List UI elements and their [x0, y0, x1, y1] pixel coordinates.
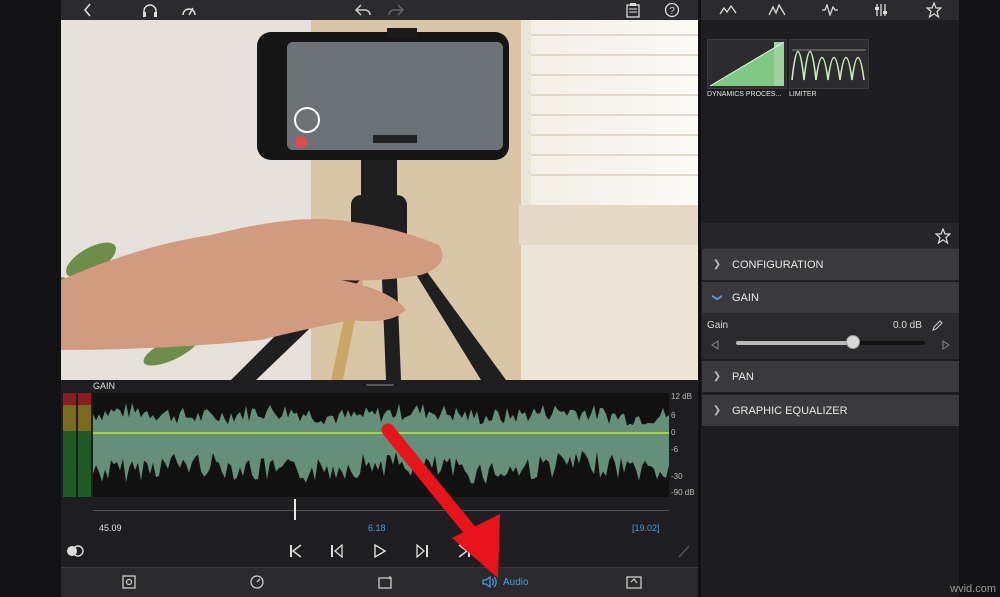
video-frame-image [61, 20, 698, 380]
db-tick: -30 [671, 472, 683, 481]
editor-app: ? GAIN 12 dB 6 0 -6 -30 -90 dB 45.09 6.1… [0, 0, 1000, 597]
effect-limiter[interactable]: LIMITER [789, 39, 869, 98]
video-preview[interactable] [61, 20, 698, 380]
db-tick: -90 dB [671, 488, 695, 497]
effects-icon[interactable] [626, 568, 642, 596]
link-toggle-icon[interactable] [64, 540, 86, 562]
favorites-bar [701, 223, 959, 249]
limiter-thumbnail [789, 39, 869, 89]
section-pan[interactable]: ❯ PAN [702, 361, 959, 392]
section-gain[interactable]: ❯ GAIN [702, 282, 959, 313]
marker-tool-icon[interactable] [673, 540, 695, 562]
step-back-button[interactable] [326, 540, 348, 562]
star-icon[interactable] [919, 0, 949, 20]
section-graphic-equalizer[interactable]: ❯ GRAPHIC EQUALIZER [702, 395, 959, 426]
left-margin [0, 0, 61, 597]
section-graphic-equalizer-label: GRAPHIC EQUALIZER [732, 404, 848, 417]
red-arrow-annotation [381, 423, 500, 578]
edit-pencil-icon[interactable] [931, 319, 943, 337]
increase-triangle-icon[interactable] [942, 337, 950, 355]
effect-library: DYNAMICS PROCES... LIMITER [701, 20, 959, 223]
dynamics-thumbnail [707, 39, 787, 89]
timecode-right: [19.02] [632, 523, 660, 533]
decrease-triangle-icon[interactable] [711, 337, 719, 355]
right-margin [959, 0, 1000, 597]
waveform-icon[interactable] [815, 0, 845, 20]
equalizer-icon[interactable] [866, 0, 896, 20]
gain-param-value[interactable]: 0.0 dB [893, 320, 922, 331]
gain-param-label: Gain [707, 320, 729, 331]
section-gain-label: GAIN [732, 291, 759, 304]
db-scale: 12 dB 6 0 -6 -30 -90 dB [671, 392, 698, 498]
favorite-star-icon[interactable] [934, 227, 952, 249]
playhead[interactable] [293, 499, 296, 520]
section-pan-label: PAN [732, 370, 754, 383]
transform-icon[interactable] [122, 568, 136, 596]
level-meters [61, 393, 93, 497]
speedometer-icon[interactable] [179, 0, 199, 20]
timecode-left: 45.09 [99, 523, 122, 533]
effect-dynamics-processor[interactable]: DYNAMICS PROCES... [707, 39, 787, 98]
gain-parameter: Gain 0.0 dB [702, 313, 959, 359]
back-chevron-icon[interactable] [79, 0, 97, 20]
peaks-icon[interactable] [762, 0, 792, 20]
speed-icon[interactable] [250, 568, 264, 596]
section-configuration-label: CONFIGURATION [732, 258, 824, 271]
top-toolbar: ? [61, 0, 698, 20]
db-tick: -6 [671, 445, 679, 454]
chevron-down-icon: ❯ [711, 293, 723, 302]
panel-resize-handle[interactable] [366, 384, 394, 386]
redo-icon[interactable] [385, 0, 407, 20]
chevron-right-icon: ❯ [712, 371, 722, 382]
db-tick: 0 [671, 428, 676, 437]
chevron-right-icon: ❯ [712, 405, 722, 416]
effect-category-tabs [701, 0, 959, 20]
db-tick: 6 [671, 411, 676, 420]
gain-slider-fill [736, 341, 854, 345]
effect-label: DYNAMICS PROCES... [707, 91, 782, 98]
section-configuration[interactable]: ❯ CONFIGURATION [702, 249, 959, 280]
watermark: wvid.com [950, 583, 996, 595]
zigzag-icon[interactable] [713, 0, 743, 20]
timeline-gain-label: GAIN [93, 381, 116, 391]
effect-label: LIMITER [789, 91, 817, 98]
svg-text:?: ? [669, 6, 675, 17]
skip-to-start-button[interactable] [285, 540, 307, 562]
clipboard-icon[interactable] [623, 0, 643, 20]
headphones-icon[interactable] [140, 0, 160, 20]
chevron-right-icon: ❯ [712, 259, 722, 270]
undo-icon[interactable] [352, 0, 374, 20]
help-icon[interactable]: ? [662, 0, 682, 20]
db-tick: 12 dB [671, 392, 692, 401]
